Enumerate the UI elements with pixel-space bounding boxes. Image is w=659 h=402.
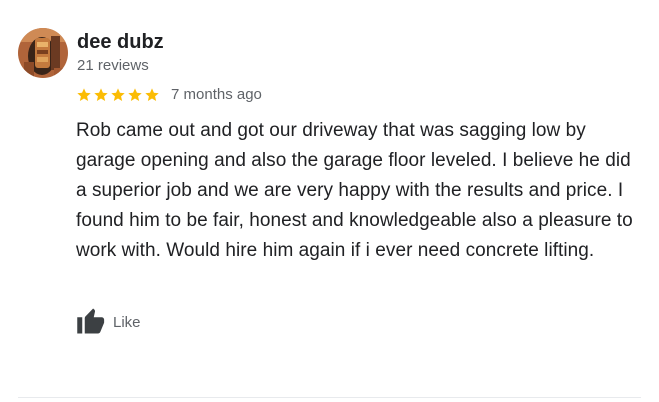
thumbs-up-icon (77, 308, 105, 334)
divider (18, 397, 641, 398)
author-name[interactable]: dee dubz (77, 30, 164, 54)
like-button[interactable]: Like (76, 306, 141, 336)
rating-row: 7 months ago (76, 85, 262, 105)
star-icon (128, 88, 142, 101)
review-count: 21 reviews (77, 57, 149, 74)
review-text: Rob came out and got our driveway that w… (76, 120, 633, 261)
star-icon (77, 88, 91, 101)
review-card: dee dubz 21 reviews 7 months ago Rob cam… (0, 0, 659, 402)
avatar[interactable] (18, 28, 68, 78)
star-icon (145, 88, 159, 101)
star-icon (94, 88, 108, 101)
review-date: 7 months ago (171, 86, 262, 103)
star-icon (111, 88, 125, 101)
avatar-image (18, 28, 68, 78)
star-rating (76, 87, 160, 103)
like-label: Like (113, 313, 141, 331)
